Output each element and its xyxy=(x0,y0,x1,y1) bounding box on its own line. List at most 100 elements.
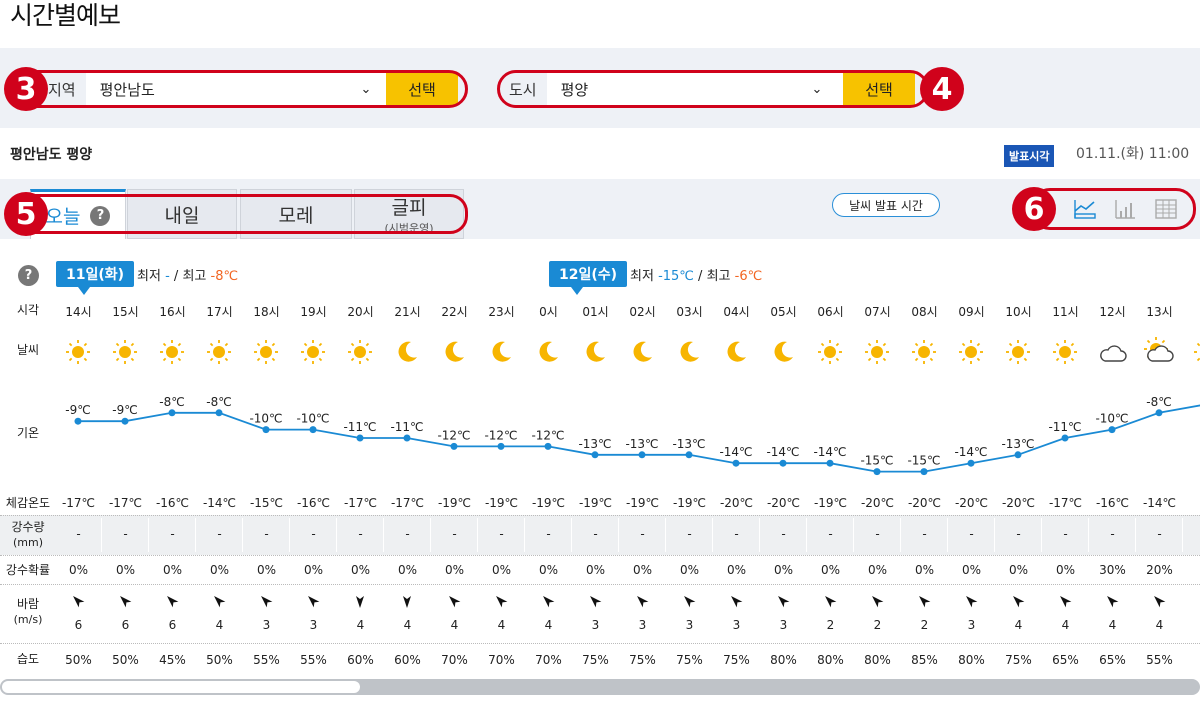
precip-unit: (mm) xyxy=(12,536,43,549)
wind-speed-cell: 2 xyxy=(873,618,882,632)
temperature-label: -8℃ xyxy=(206,395,231,409)
humidity-cell: 75% xyxy=(629,653,656,667)
row-label-feels: 체감온도 xyxy=(5,496,51,510)
humidity-cell: 80% xyxy=(817,653,844,667)
time-cell: 13시 xyxy=(1146,305,1173,319)
temperature-label: -14℃ xyxy=(813,445,846,459)
precip-cell: - xyxy=(170,527,175,541)
min-label: 최저 xyxy=(630,269,654,284)
row-label-time: 시각 xyxy=(16,303,40,317)
help-icon[interactable]: ? xyxy=(18,265,39,286)
prob-cell: 0% xyxy=(209,563,230,577)
wind-direction-icon xyxy=(305,593,321,613)
prob-cell: 0% xyxy=(1008,563,1029,577)
sun-icon xyxy=(298,337,328,371)
time-cell: 14시 xyxy=(65,305,92,319)
sun-icon xyxy=(956,337,986,371)
divider xyxy=(0,643,1200,644)
precip-cell: - xyxy=(499,527,504,541)
sun-icon xyxy=(204,337,234,371)
moon-icon xyxy=(580,337,610,371)
sun-icon xyxy=(157,337,187,371)
humidity-cell: 70% xyxy=(535,653,562,667)
temperature-label: -13℃ xyxy=(672,437,705,451)
prob-cell: 0% xyxy=(726,563,747,577)
precip-cell: - xyxy=(217,527,222,541)
humidity-cell: 50% xyxy=(65,653,92,667)
humidity-cell: 50% xyxy=(112,653,139,667)
separator: / xyxy=(698,269,703,284)
temperature-point xyxy=(309,426,317,434)
feels-cell: -16℃ xyxy=(155,496,190,510)
sun-icon xyxy=(1003,337,1033,371)
temperature-label: -13℃ xyxy=(1001,437,1034,451)
temperature-label: -12℃ xyxy=(484,428,517,442)
sun-icon xyxy=(862,337,892,371)
region-highlight xyxy=(16,70,468,108)
temperature-point xyxy=(1155,409,1163,417)
temperature-label: -9℃ xyxy=(112,403,137,417)
prob-cell: 0% xyxy=(773,563,794,577)
time-cell: 06시 xyxy=(817,305,844,319)
moon-icon xyxy=(674,337,704,371)
time-cell: 03시 xyxy=(676,305,703,319)
moon-icon xyxy=(721,337,751,371)
wind-speed-cell: 2 xyxy=(826,618,835,632)
max-temp: -6℃ xyxy=(734,269,763,284)
cloud-icon xyxy=(1097,337,1127,371)
precip-cell: - xyxy=(781,527,786,541)
feels-cell: -19℃ xyxy=(484,496,519,510)
wind-direction-icon xyxy=(399,593,415,613)
moon-icon xyxy=(392,337,422,371)
time-cell: 18시 xyxy=(253,305,280,319)
prob-cell: 0% xyxy=(162,563,183,577)
feels-cell: -20℃ xyxy=(1001,496,1036,510)
prob-cell: 0% xyxy=(914,563,935,577)
temperature-label: -14℃ xyxy=(766,445,799,459)
max-label: 최고 xyxy=(182,269,207,284)
prob-cell: 0% xyxy=(256,563,277,577)
min-label: 최저 xyxy=(137,269,161,284)
table-icon[interactable] xyxy=(1154,198,1178,220)
temperature-label: -13℃ xyxy=(578,437,611,451)
publish-badge: 발표시각 xyxy=(1004,145,1055,167)
humidity-cell: 55% xyxy=(253,653,280,667)
moon-icon xyxy=(627,337,657,371)
row-label-prob: 강수확률 xyxy=(5,563,51,577)
time-cell: 11시 xyxy=(1052,305,1079,319)
feels-cell: -19℃ xyxy=(813,496,848,510)
announce-time-button[interactable]: 날씨 발표 시간 xyxy=(832,193,940,217)
wind-speed-cell: 4 xyxy=(497,618,506,632)
wind-speed-cell: 3 xyxy=(638,618,647,632)
bar-chart-icon[interactable] xyxy=(1113,198,1137,220)
scrollbar-thumb[interactable] xyxy=(2,681,360,693)
feels-cell: -20℃ xyxy=(907,496,942,510)
feels-cell: -19℃ xyxy=(672,496,707,510)
time-cell: 08시 xyxy=(911,305,938,319)
wind-speed-cell: 4 xyxy=(450,618,459,632)
day-minmax-tomorrow: 최저 -15℃ / 최고 -6℃ xyxy=(630,265,762,284)
temperature-point xyxy=(967,459,975,467)
partly-cloudy-icon xyxy=(1144,337,1174,371)
wind-direction-icon xyxy=(352,593,368,613)
feels-cell: -20℃ xyxy=(766,496,801,510)
wind-speed-cell: 4 xyxy=(1108,618,1117,632)
sun-icon xyxy=(1191,337,1200,371)
prob-cell: 0% xyxy=(397,563,418,577)
time-cell: 16시 xyxy=(159,305,186,319)
prob-cell: 0% xyxy=(961,563,982,577)
precip-label: 강수량 xyxy=(11,520,45,534)
temperature-label: -8℃ xyxy=(159,395,184,409)
prob-cell: 0% xyxy=(538,563,559,577)
time-cell: 12시 xyxy=(1099,305,1126,319)
temperature-label: -8℃ xyxy=(1146,395,1171,409)
temperature-label: -10℃ xyxy=(249,412,282,426)
wind-speed-cell: 3 xyxy=(591,618,600,632)
humidity-cell: 80% xyxy=(864,653,891,667)
wind-speed-cell: 4 xyxy=(1155,618,1164,632)
line-chart-icon[interactable] xyxy=(1073,198,1097,220)
humidity-cell: 75% xyxy=(582,653,609,667)
temperature-point xyxy=(1061,434,1069,442)
feels-cell: -17℃ xyxy=(61,496,96,510)
humidity-cell: 75% xyxy=(676,653,703,667)
